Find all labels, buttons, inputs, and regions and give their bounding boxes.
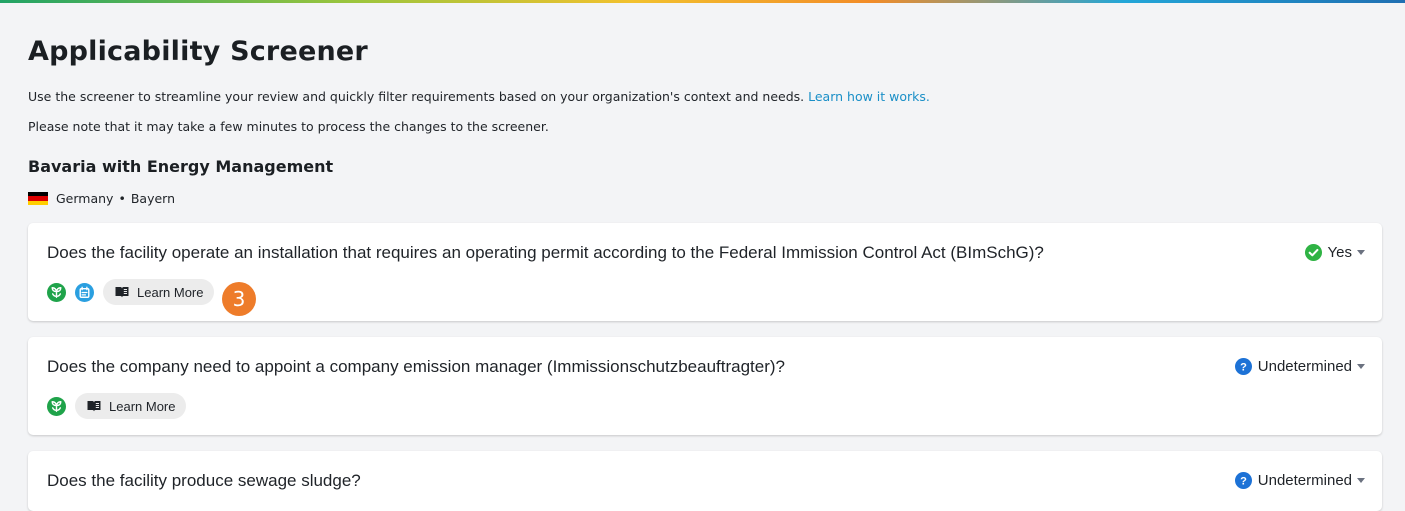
answer-value: Yes bbox=[1327, 244, 1352, 261]
question-circle-icon: ? bbox=[1234, 358, 1252, 375]
question-text: Does the facility produce sewage sludge? bbox=[47, 471, 361, 490]
learn-more-button[interactable]: Learn More bbox=[75, 393, 187, 419]
intro-text: Use the screener to streamline your revi… bbox=[28, 89, 930, 104]
answer-dropdown[interactable]: Yes bbox=[1304, 244, 1365, 261]
country-label: Germany bbox=[56, 191, 114, 206]
location-separator: • bbox=[118, 191, 126, 206]
book-icon bbox=[115, 287, 129, 298]
answer-value: Undetermined bbox=[1257, 358, 1352, 375]
page-title: Applicability Screener bbox=[28, 36, 368, 67]
book-icon bbox=[87, 401, 101, 412]
svg-text:?: ? bbox=[1240, 362, 1247, 374]
question-circle-icon: ? bbox=[1234, 472, 1252, 489]
learn-how-it-works-link[interactable]: Learn how it works. bbox=[808, 89, 930, 104]
question-tags: Learn More bbox=[47, 279, 215, 305]
answer-dropdown[interactable]: ? Undetermined bbox=[1234, 472, 1365, 489]
site-location: Germany • Bayern bbox=[28, 191, 175, 206]
check-circle-icon bbox=[1304, 244, 1322, 261]
region-label: Bayern bbox=[130, 191, 175, 206]
environment-tag-icon[interactable] bbox=[47, 282, 66, 302]
learn-more-label: Learn More bbox=[137, 284, 204, 300]
question-card: Does the facility produce sewage sludge?… bbox=[28, 451, 1382, 511]
question-text: Does the company need to appoint a compa… bbox=[47, 357, 785, 376]
processing-note: Please note that it may take a few minut… bbox=[28, 119, 549, 134]
chevron-down-icon bbox=[1357, 250, 1365, 255]
germany-flag-icon bbox=[28, 192, 48, 205]
question-text: Does the facility operate an installatio… bbox=[47, 243, 1044, 262]
chevron-down-icon bbox=[1357, 364, 1365, 369]
learn-more-label: Learn More bbox=[109, 398, 176, 414]
learn-more-button[interactable]: Learn More bbox=[103, 279, 215, 305]
step-number-badge: 3 bbox=[222, 282, 256, 316]
answer-value: Undetermined bbox=[1257, 472, 1352, 489]
chevron-down-icon bbox=[1357, 478, 1365, 483]
intro-description: Use the screener to streamline your revi… bbox=[28, 89, 809, 104]
question-tags: Learn More bbox=[47, 393, 187, 419]
environment-tag-icon[interactable] bbox=[47, 396, 66, 416]
top-accent-bar bbox=[0, 0, 1405, 3]
answer-dropdown[interactable]: ? Undetermined bbox=[1234, 358, 1365, 375]
energy-tag-icon[interactable] bbox=[75, 282, 94, 302]
question-card: Does the company need to appoint a compa… bbox=[28, 337, 1382, 435]
site-name: Bavaria with Energy Management bbox=[28, 157, 334, 176]
